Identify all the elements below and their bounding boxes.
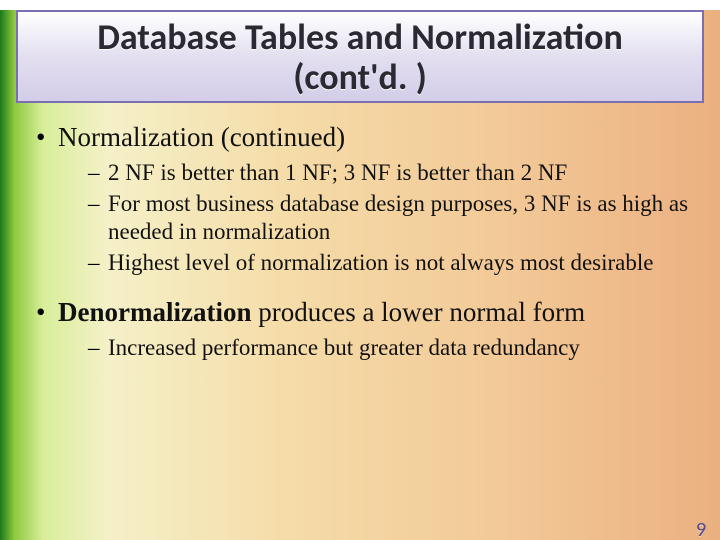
sub-bullet-item: For most business database design purpos… bbox=[88, 190, 690, 248]
bullet-text: Denormalization produces a lower normal … bbox=[58, 297, 585, 327]
bullet-item: Normalization (continued) 2 NF is better… bbox=[36, 121, 690, 286]
slide-title-line2: (cont'd. ) bbox=[28, 58, 692, 98]
sub-bullet-item: Highest level of normalization is not al… bbox=[88, 249, 690, 278]
sub-bullet-list: 2 NF is better than 1 NF; 3 NF is better… bbox=[58, 155, 690, 286]
sub-bullet-text: For most business database design purpos… bbox=[108, 191, 688, 245]
slide-title-line1: Database Tables and Normalization bbox=[28, 18, 692, 58]
sub-bullet-item: 2 NF is better than 1 NF; 3 NF is better… bbox=[88, 159, 690, 188]
sub-bullet-text: Increased performance but greater data r… bbox=[108, 335, 580, 360]
slide-content: Normalization (continued) 2 NF is better… bbox=[0, 111, 720, 370]
sub-bullet-text: 2 NF is better than 1 NF; 3 NF is better… bbox=[108, 160, 567, 185]
sub-bullet-text: Highest level of normalization is not al… bbox=[108, 250, 654, 275]
slide: Database Tables and Normalization (cont'… bbox=[0, 10, 720, 540]
bullet-list: Normalization (continued) 2 NF is better… bbox=[36, 121, 690, 370]
sub-bullet-list: Increased performance but greater data r… bbox=[58, 330, 690, 371]
page-number: 9 bbox=[696, 518, 706, 540]
bullet-item: Denormalization produces a lower normal … bbox=[36, 296, 690, 371]
bullet-text: Normalization (continued) bbox=[58, 122, 345, 152]
slide-title-box: Database Tables and Normalization (cont'… bbox=[16, 10, 704, 103]
sub-bullet-item: Increased performance but greater data r… bbox=[88, 334, 690, 363]
